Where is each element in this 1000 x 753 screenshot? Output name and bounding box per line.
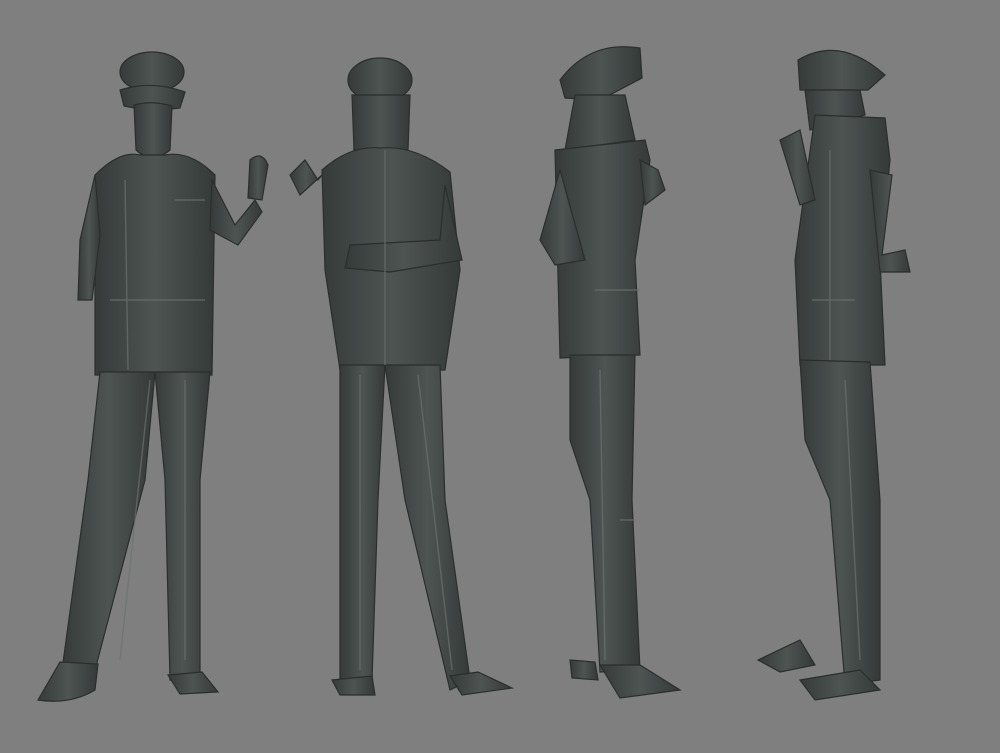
- figure-side-view-left: [756, 49, 911, 701]
- figure-front-view: [37, 51, 269, 702]
- model-turnaround: [37, 46, 911, 702]
- render-viewport: [0, 0, 1000, 753]
- figure-side-view-right: [539, 46, 682, 699]
- figure-back-view: [289, 57, 515, 696]
